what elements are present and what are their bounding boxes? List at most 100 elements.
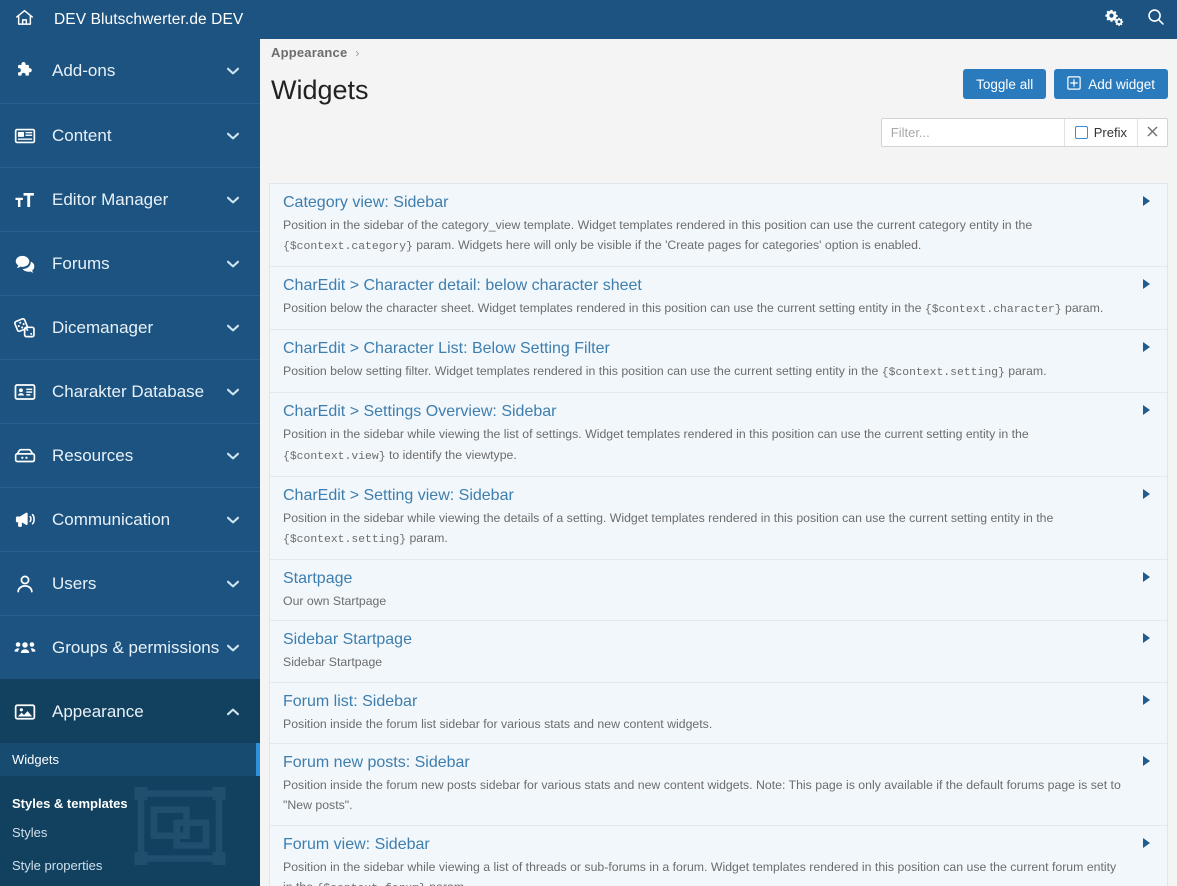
chevron-right-icon[interactable] bbox=[1143, 571, 1150, 582]
users-icon bbox=[14, 636, 44, 660]
gears-icon bbox=[1104, 8, 1124, 32]
dice-icon bbox=[14, 316, 44, 340]
sidebar-group-charakter-database[interactable]: Charakter Database bbox=[0, 359, 260, 423]
prefix-checkbox[interactable]: Prefix bbox=[1063, 119, 1137, 146]
sidebar-group-label: Add-ons bbox=[52, 61, 116, 80]
widget-position-row[interactable]: CharEdit > Settings Overview: Sidebar Pos… bbox=[270, 393, 1167, 477]
sidebar-group-label: Resources bbox=[52, 445, 134, 465]
sidebar: Add-ons Content Editor Manager Forums Dicema… bbox=[0, 39, 260, 886]
widget-position-title: Sidebar Startpage bbox=[283, 631, 412, 649]
widget-position-row[interactable]: Startpage Our own Startpage bbox=[270, 559, 1167, 622]
chevron-right-icon[interactable] bbox=[1143, 694, 1150, 705]
sidebar-group-label: Appearance bbox=[52, 701, 144, 721]
widget-position-description: Position in the sidebar of the category_… bbox=[283, 218, 1033, 254]
sidebar-group-label: Editor Manager bbox=[52, 189, 169, 209]
sidebar-group-label: Charakter Database bbox=[52, 381, 205, 401]
sidebar-group-groups-permissions[interactable]: Groups & permissions bbox=[0, 615, 260, 679]
chevron-down-icon[interactable] bbox=[222, 125, 244, 147]
search-button[interactable] bbox=[1135, 0, 1177, 39]
sidebar-group-forums[interactable]: Forums bbox=[0, 231, 260, 295]
sidebar-group-add-ons[interactable]: Add-ons bbox=[0, 39, 260, 103]
checkbox-box-icon bbox=[1074, 126, 1088, 139]
sidebar-item-templates[interactable]: Templates bbox=[0, 882, 260, 886]
chevron-down-icon[interactable] bbox=[222, 381, 244, 403]
chevron-right-icon[interactable] bbox=[1143, 488, 1150, 499]
chevron-right-icon[interactable] bbox=[1143, 279, 1150, 290]
sidebar-group-label: Content bbox=[52, 125, 112, 145]
toggle-all-label: Toggle all bbox=[976, 76, 1034, 92]
chevron-down-icon[interactable] bbox=[222, 509, 244, 531]
widget-position-title: Category view: Sidebar bbox=[283, 194, 449, 211]
chevron-down-icon[interactable] bbox=[222, 317, 244, 339]
prefix-label: Prefix bbox=[1093, 125, 1127, 140]
filter-input[interactable] bbox=[881, 119, 1064, 146]
sidebar-item-styles[interactable]: Styles bbox=[0, 816, 260, 849]
widget-position-title: Forum new posts: Sidebar bbox=[283, 754, 470, 772]
top-bar: DEV Blutschwerter.de DEV bbox=[0, 0, 1177, 39]
chevron-down-icon[interactable] bbox=[222, 573, 244, 595]
sidebar-item-style-properties[interactable]: Style properties bbox=[0, 849, 260, 882]
widget-position-title: CharEdit > Settings Overview: Sidebar bbox=[283, 403, 557, 421]
sidebar-group-communication[interactable]: Communication bbox=[0, 487, 260, 551]
widget-position-description: Our own Startpage bbox=[283, 593, 387, 608]
page-header: Widgets Toggle all Add widget bbox=[260, 66, 1177, 114]
widget-position-row[interactable]: Sidebar Startpage Sidebar Startpage bbox=[270, 621, 1167, 683]
chevron-down-icon[interactable] bbox=[222, 189, 244, 211]
bullhorn-icon bbox=[14, 508, 44, 532]
widget-position-row[interactable]: CharEdit > Character detail: below chara… bbox=[270, 267, 1167, 331]
sidebar-nav: Add-ons Content Editor Manager Forums Dicema… bbox=[0, 39, 260, 886]
chevron-down-icon[interactable] bbox=[222, 445, 244, 467]
chevron-down-icon[interactable] bbox=[222, 637, 244, 659]
widget-position-description: Position below setting filter. Widget te… bbox=[283, 364, 1047, 380]
search-icon bbox=[1146, 7, 1166, 32]
widget-position-row[interactable]: Forum view: Sidebar Position in the sideb… bbox=[270, 825, 1167, 886]
widget-position-description: Position inside the forum new posts side… bbox=[283, 778, 1121, 813]
toggle-all-button[interactable]: Toggle all bbox=[963, 69, 1047, 99]
widget-position-title: Forum view: Sidebar bbox=[283, 835, 430, 853]
breadcrumb-separator-icon: › bbox=[355, 45, 360, 60]
sidebar-group-content[interactable]: Content bbox=[0, 103, 260, 167]
breadcrumb: Appearance › bbox=[260, 39, 1177, 66]
sidebar-group-label: Communication bbox=[52, 509, 171, 529]
image-icon bbox=[14, 700, 44, 724]
sidebar-group-label: Dicemanager bbox=[52, 317, 154, 337]
chevron-right-icon[interactable] bbox=[1143, 756, 1150, 767]
sidebar-group-editor-manager[interactable]: Editor Manager bbox=[0, 167, 260, 231]
widget-position-title: CharEdit > Character detail: below chara… bbox=[283, 277, 642, 295]
sidebar-item-widgets[interactable]: Widgets bbox=[0, 743, 260, 776]
sidebar-group-dicemanager[interactable]: Dicemanager bbox=[0, 295, 260, 359]
sidebar-subnav-heading: Styles & templates bbox=[12, 796, 128, 811]
site-title: DEV Blutschwerter.de DEV bbox=[54, 10, 244, 28]
add-widget-button[interactable]: Add widget bbox=[1054, 69, 1168, 99]
chevron-right-icon[interactable] bbox=[1143, 837, 1150, 848]
main-content: Appearance › Widgets Toggle all Add widg… bbox=[260, 39, 1177, 886]
chevron-right-icon[interactable] bbox=[1143, 342, 1150, 353]
sidebar-group-resources[interactable]: Resources bbox=[0, 423, 260, 487]
filter-box: Prefix bbox=[880, 118, 1168, 147]
filter-clear-button[interactable] bbox=[1137, 119, 1167, 146]
id-card-icon bbox=[14, 380, 44, 404]
chevron-right-icon[interactable] bbox=[1143, 405, 1150, 416]
widget-position-title: CharEdit > Setting view: Sidebar bbox=[283, 486, 514, 504]
home-button[interactable] bbox=[0, 0, 48, 39]
widget-position-title: Forum list: Sidebar bbox=[283, 692, 418, 710]
widget-position-row[interactable]: Category view: Sidebar Position in the si… bbox=[270, 184, 1167, 268]
page-title: Widgets bbox=[271, 74, 369, 105]
chevron-down-icon[interactable] bbox=[222, 60, 244, 82]
add-widget-label: Add widget bbox=[1088, 76, 1155, 92]
widget-position-row[interactable]: Forum list: Sidebar Position inside the f… bbox=[270, 682, 1167, 745]
sidebar-group-users[interactable]: Users bbox=[0, 551, 260, 615]
chevron-right-icon[interactable] bbox=[1143, 633, 1150, 644]
widget-position-row[interactable]: Forum new posts: Sidebar Position inside … bbox=[270, 744, 1167, 826]
user-icon bbox=[14, 572, 44, 596]
widget-position-row[interactable]: CharEdit > Setting view: Sidebar Position… bbox=[270, 476, 1167, 560]
settings-button[interactable] bbox=[1093, 0, 1135, 39]
sidebar-group-appearance[interactable]: Appearance bbox=[0, 679, 260, 743]
chevron-down-icon[interactable] bbox=[222, 253, 244, 275]
widget-position-row[interactable]: CharEdit > Character List: Below Setting… bbox=[270, 330, 1167, 394]
breadcrumb-item-appearance[interactable]: Appearance bbox=[271, 45, 347, 60]
chevron-right-icon[interactable] bbox=[1143, 196, 1150, 206]
chevron-up-icon[interactable] bbox=[222, 701, 244, 723]
plus-square-icon bbox=[1067, 75, 1081, 93]
widget-list: Category view: Sidebar Position in the si… bbox=[269, 183, 1168, 886]
